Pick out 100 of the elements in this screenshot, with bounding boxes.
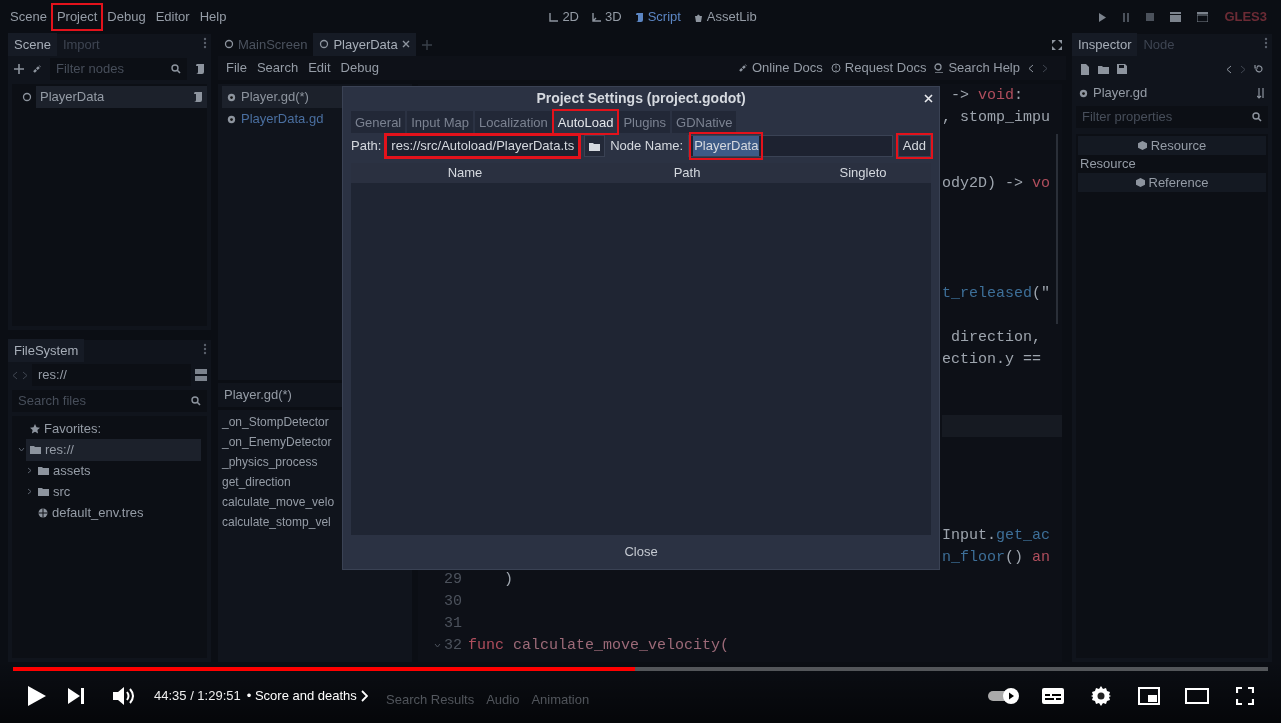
menu-item[interactable]: File — [222, 56, 251, 80]
pause-icon[interactable] — [1122, 12, 1131, 22]
line-number: 30 — [444, 592, 462, 612]
panel-tab[interactable]: FileSystem — [8, 338, 85, 362]
link-icon — [738, 63, 748, 73]
tree-item[interactable]: assets — [34, 459, 201, 482]
back-icon[interactable] — [1226, 64, 1232, 74]
editor-tab[interactable]: PlayerData — [313, 32, 416, 56]
menu-item[interactable]: Edit — [304, 56, 335, 80]
menu-icon[interactable] — [1264, 37, 1268, 50]
tree-item[interactable]: default_env.tres — [34, 501, 201, 524]
help-link[interactable]: Online Docs — [738, 58, 823, 78]
axis-icon — [591, 11, 602, 23]
caret-right-icon[interactable] — [26, 467, 33, 474]
cube-icon — [1137, 141, 1147, 150]
stop-icon[interactable] — [1146, 13, 1155, 21]
section-header[interactable]: Resource — [1078, 136, 1266, 155]
outline-title: Player.gd(*) — [224, 386, 292, 405]
menu-item[interactable]: Search — [252, 56, 303, 80]
close-icon[interactable] — [401, 40, 410, 49]
expand-icon[interactable] — [1052, 40, 1062, 50]
column-header: Singleto — [839, 165, 887, 181]
clapper-icon[interactable] — [1197, 12, 1209, 22]
menu-item[interactable]: Debug — [336, 56, 383, 80]
globe-icon — [38, 507, 48, 518]
sort-icon[interactable] — [1257, 87, 1266, 99]
code-line: ection.y == — [942, 349, 1042, 370]
panel-tab[interactable]: Scene — [8, 32, 57, 56]
split-view-icon[interactable] — [195, 369, 207, 381]
tree-node[interactable]: PlayerData — [36, 86, 207, 108]
play-icon — [28, 686, 46, 706]
workspace-tab[interactable]: 2D — [548, 7, 579, 27]
workspace-tab[interactable]: 3D — [591, 7, 622, 27]
menu-icon[interactable] — [203, 343, 207, 356]
chapter-link[interactable]: • Score and deaths — [240, 686, 368, 706]
settings-tab[interactable]: General — [351, 111, 406, 133]
star-icon — [30, 423, 40, 434]
filter-input[interactable]: Filter nodes — [56, 59, 171, 79]
tree-item[interactable]: src — [34, 480, 201, 503]
code-line: n_floor() an — [942, 547, 1051, 568]
folder-icon[interactable] — [1098, 64, 1109, 74]
browse-button[interactable] — [584, 135, 606, 157]
settings-tab[interactable]: Plugins — [619, 111, 671, 133]
search-field[interactable]: Search files — [12, 390, 207, 412]
link-icon[interactable] — [32, 64, 42, 74]
gear-icon — [226, 113, 237, 125]
scrollbar[interactable] — [1056, 134, 1058, 324]
help-link[interactable]: Request Docs — [830, 58, 927, 78]
gear-icon — [226, 91, 237, 103]
folder-icon — [38, 466, 49, 475]
axis-icon — [548, 11, 560, 23]
node-name-label: Node Name: — [610, 137, 684, 156]
search-input[interactable]: Search files — [18, 391, 191, 411]
panel-tab[interactable]: Inspector — [1072, 32, 1138, 56]
settings-tab[interactable]: GDNative — [672, 111, 737, 133]
miniplayer-icon — [1138, 687, 1160, 705]
history-icon[interactable] — [1254, 64, 1264, 74]
code-line: Input.get_ac — [942, 525, 1051, 546]
settings-tab[interactable]: Input Map — [407, 111, 474, 133]
volume-icon — [113, 686, 135, 706]
filter-field[interactable]: Filter nodes — [50, 58, 187, 80]
script-icon[interactable] — [195, 63, 205, 75]
menu-item[interactable]: Scene — [6, 5, 51, 29]
add-button[interactable]: Add — [897, 135, 931, 157]
menu-item[interactable]: Editor — [151, 5, 194, 29]
workspace-tab[interactable]: Script — [633, 7, 681, 27]
caret-right-icon[interactable] — [26, 488, 33, 495]
menu-icon[interactable] — [203, 37, 207, 50]
menu-item[interactable]: Help — [195, 5, 231, 29]
path-field[interactable]: res://src/Autoload/PlayerData.ts — [386, 135, 580, 157]
menu-item[interactable]: Debug — [103, 5, 150, 29]
clapper-icon[interactable] — [1170, 12, 1182, 22]
workspace-tab[interactable]: AssetLib — [692, 7, 757, 27]
tree-item[interactable]: Favorites: — [26, 417, 201, 440]
help-link[interactable]: Search Help — [934, 58, 1020, 78]
section-header[interactable]: Reference — [1078, 173, 1266, 192]
new-file-icon[interactable] — [1080, 63, 1090, 75]
filter-input[interactable]: Filter properties — [1082, 107, 1252, 127]
subtitles-icon — [1042, 688, 1064, 704]
filter-field[interactable]: Filter properties — [1076, 106, 1268, 128]
node-name-field[interactable]: PlayerData — [688, 135, 893, 157]
settings-tab[interactable]: AutoLoad — [553, 111, 618, 133]
path-field[interactable]: res:// — [32, 364, 191, 386]
next-icon — [68, 688, 84, 704]
settings-tab[interactable]: Localization — [475, 111, 552, 133]
node-icon — [22, 92, 32, 102]
tree-item[interactable]: res:// — [26, 438, 201, 461]
caret-down-icon[interactable] — [18, 446, 25, 453]
close-button[interactable]: Close — [614, 540, 668, 564]
line-number: 32 — [444, 636, 462, 656]
theater-icon — [1185, 688, 1209, 704]
dialog-title: Project Settings (project.godot) — [536, 88, 746, 108]
node-icon — [224, 39, 234, 50]
line-number: 29 — [444, 570, 462, 590]
menu-item[interactable]: Project — [52, 5, 102, 29]
info-icon — [830, 63, 841, 73]
save-icon[interactable] — [1117, 64, 1127, 74]
back-icon[interactable] — [1028, 63, 1034, 73]
plus-icon[interactable] — [14, 64, 24, 74]
play-icon[interactable] — [1098, 12, 1107, 22]
